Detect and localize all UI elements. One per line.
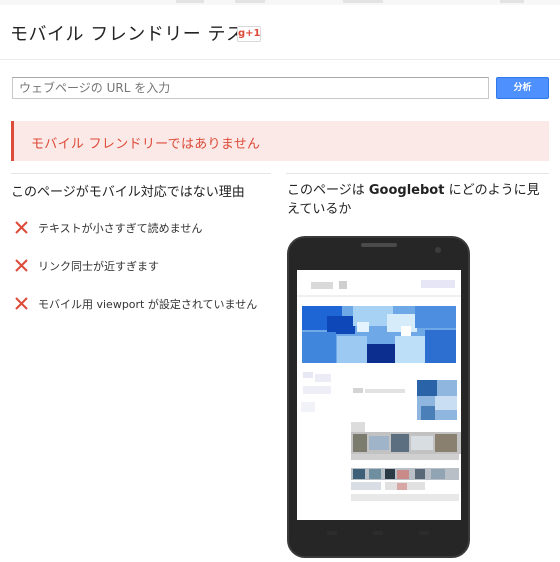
mobile-preview-screen: [297, 270, 461, 520]
reason-text: モバイル用 viewport が設定されていません: [38, 298, 258, 311]
red-x-icon: [15, 297, 28, 310]
right-column-divider: [286, 173, 549, 174]
home-key-icon: [373, 531, 383, 535]
result-alert: モバイル フレンドリーではありません: [11, 121, 549, 161]
red-x-icon: [15, 221, 28, 234]
red-x-icon: [15, 259, 28, 272]
recent-apps-key-icon: [419, 531, 429, 535]
reasons-heading: このページがモバイル対応ではない理由: [11, 185, 245, 200]
phone-earpiece: [361, 243, 397, 247]
back-key-icon: [327, 531, 337, 535]
analyze-button[interactable]: 分析: [496, 77, 549, 99]
phone-camera: [435, 247, 441, 253]
alert-message: モバイル フレンドリーではありません: [31, 137, 261, 152]
preview-heading: このページは Googlebot にどのように見えているか: [287, 183, 540, 217]
top-bar: [0, 0, 560, 5]
reason-text: テキストが小さすぎて読めません: [38, 222, 203, 235]
google-plus-one-button[interactable]: g+1: [237, 26, 261, 42]
left-column-divider: [11, 173, 271, 174]
page-title: モバイル フレンドリー テスト: [10, 24, 263, 45]
url-input[interactable]: [12, 77, 489, 99]
header-divider: [0, 59, 560, 60]
reason-text: リンク同士が近すぎます: [38, 260, 159, 273]
phone-nav-bar: [297, 523, 461, 545]
